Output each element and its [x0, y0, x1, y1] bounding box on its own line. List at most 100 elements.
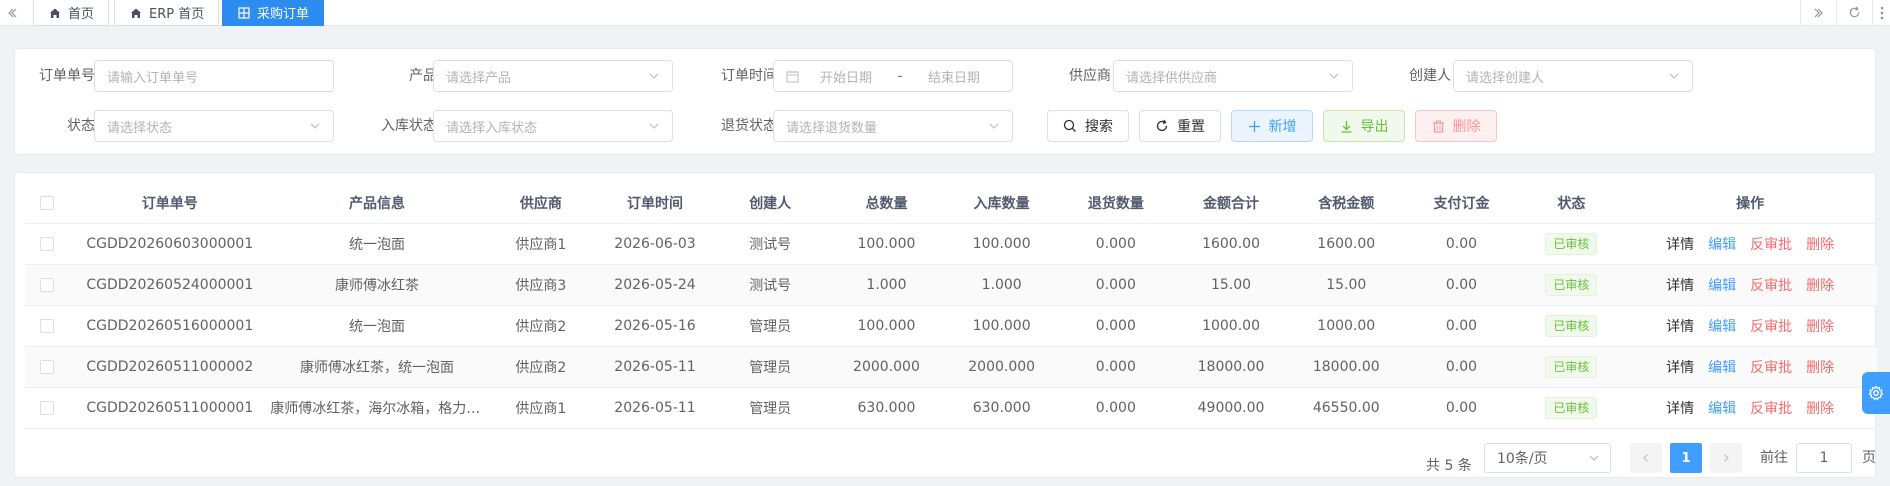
date-cell: 2026-05-11	[597, 346, 713, 388]
column-header: 支付订金	[1403, 183, 1520, 224]
delete-button[interactable]: 删除	[1415, 110, 1497, 142]
trash-icon	[1432, 120, 1444, 133]
edit-link[interactable]: 编辑	[1708, 278, 1736, 294]
page-size-select[interactable]: 10条/页	[1484, 443, 1611, 473]
edit-link[interactable]: 编辑	[1708, 237, 1736, 253]
return-qty-cell: 0.000	[1058, 387, 1173, 429]
column-header: 入库数量	[944, 183, 1059, 224]
table-row: CGDD20260511000001 康师傅冰红茶，海尔冰箱，格力空调… 供应商…	[25, 387, 1877, 429]
chevron-down-icon	[649, 123, 659, 129]
order-no-cell: CGDD20260603000001	[69, 223, 271, 265]
status-badge: 已审核	[1545, 396, 1598, 419]
delete-link[interactable]: 删除	[1806, 278, 1834, 294]
more-icon[interactable]	[1872, 0, 1890, 25]
end-date-input[interactable]: 结束日期	[917, 67, 991, 86]
row-checkbox[interactable]	[25, 223, 70, 265]
chevron-down-icon	[989, 123, 999, 129]
edit-link[interactable]: 编辑	[1708, 360, 1736, 376]
scroll-right-icon[interactable]	[1800, 0, 1836, 25]
product-select[interactable]: 请选择产品	[433, 60, 673, 92]
table-row: CGDD20260511000002 康师傅冰红茶，统一泡面 供应商2 2026…	[25, 346, 1877, 388]
edit-link[interactable]: 编辑	[1708, 401, 1736, 417]
edit-link[interactable]: 编辑	[1708, 319, 1736, 335]
prev-page-button[interactable]	[1630, 443, 1662, 473]
supplier-select[interactable]: 请选择供供应商	[1113, 60, 1353, 92]
detail-link[interactable]: 详情	[1666, 401, 1694, 417]
creator-label: 创建人	[1409, 68, 1451, 84]
delete-link[interactable]: 删除	[1806, 401, 1834, 417]
search-icon	[1063, 119, 1076, 132]
product-cell: 康师傅冰红茶，海尔冰箱，格力空调…	[270, 387, 484, 429]
status-select[interactable]: 请选择状态	[94, 110, 334, 142]
tab-label: 首页	[68, 7, 95, 22]
column-header: 总数量	[828, 183, 945, 224]
actions-cell: 详情 编辑 反审批 删除	[1623, 346, 1877, 388]
page-number-button[interactable]: 1	[1670, 443, 1702, 473]
unaudit-link[interactable]: 反审批	[1750, 319, 1792, 335]
return-status-select[interactable]: 请选择退货数量	[773, 110, 1013, 142]
product-cell: 康师傅冰红茶	[270, 264, 484, 306]
search-button[interactable]: 搜索	[1047, 110, 1129, 142]
start-date-input[interactable]: 开始日期	[809, 67, 883, 86]
reset-button[interactable]: 重置	[1139, 110, 1221, 142]
unaudit-link[interactable]: 反审批	[1750, 401, 1792, 417]
row-checkbox[interactable]	[25, 264, 70, 306]
goto-page-input[interactable]: 1	[1796, 443, 1852, 473]
detail-link[interactable]: 详情	[1666, 278, 1694, 294]
in-status-select[interactable]: 请选择入库状态	[433, 110, 673, 142]
tab-erp-home[interactable]: ERP 首页	[114, 0, 220, 26]
actions-cell: 详情 编辑 反审批 删除	[1623, 305, 1877, 347]
calendar-icon	[786, 70, 799, 83]
detail-link[interactable]: 详情	[1666, 319, 1694, 335]
supplier-cell: 供应商2	[483, 346, 598, 388]
settings-float-button[interactable]	[1862, 372, 1890, 414]
order-time-label: 订单时间	[721, 68, 777, 84]
select-all-checkbox[interactable]	[25, 183, 70, 224]
row-checkbox[interactable]	[25, 387, 70, 429]
order-no-input[interactable]: 请输入订单单号	[94, 60, 334, 92]
deposit-cell: 0.00	[1403, 223, 1520, 265]
date-cell: 2026-05-11	[597, 387, 713, 429]
goto-label: 前往	[1760, 450, 1788, 466]
tab-label: ERP 首页	[149, 7, 205, 22]
order-time-range[interactable]: 开始日期 - 结束日期	[773, 60, 1013, 92]
home-icon	[48, 6, 61, 19]
order-no-label: 订单单号	[39, 68, 95, 84]
delete-link[interactable]: 删除	[1806, 237, 1834, 253]
chevron-down-icon	[1589, 455, 1599, 461]
tax-amount-cell: 46550.00	[1289, 387, 1404, 429]
return-qty-cell: 0.000	[1058, 223, 1173, 265]
column-header: 创建人	[712, 183, 829, 224]
unaudit-link[interactable]: 反审批	[1750, 360, 1792, 376]
unaudit-link[interactable]: 反审批	[1750, 237, 1792, 253]
table-row: CGDD20260603000001 统一泡面 供应商1 2026-06-03 …	[25, 223, 1877, 265]
chevron-down-icon	[310, 123, 320, 129]
next-page-button[interactable]	[1710, 443, 1742, 473]
row-checkbox[interactable]	[25, 305, 70, 347]
table-row: CGDD20260524000001 康师傅冰红茶 供应商3 2026-05-2…	[25, 264, 1877, 306]
in-qty-cell: 100.000	[944, 223, 1059, 265]
delete-link[interactable]: 删除	[1806, 319, 1834, 335]
unaudit-link[interactable]: 反审批	[1750, 278, 1792, 294]
detail-link[interactable]: 详情	[1666, 360, 1694, 376]
creator-cell: 管理员	[712, 387, 829, 429]
export-button[interactable]: 导出	[1323, 110, 1405, 142]
column-header: 金额合计	[1172, 183, 1290, 224]
creator-cell: 测试号	[712, 223, 829, 265]
chevron-down-icon	[1329, 73, 1339, 79]
row-checkbox[interactable]	[25, 346, 70, 388]
tax-amount-cell: 1600.00	[1289, 223, 1404, 265]
scroll-left-icon[interactable]	[0, 0, 24, 25]
creator-cell: 管理员	[712, 305, 829, 347]
tab-purchase-order[interactable]: 采购订单	[222, 0, 324, 26]
tax-amount-cell: 15.00	[1289, 264, 1404, 306]
creator-select[interactable]: 请选择创建人	[1453, 60, 1693, 92]
detail-link[interactable]: 详情	[1666, 237, 1694, 253]
date-cell: 2026-05-16	[597, 305, 713, 347]
add-button[interactable]: 新增	[1231, 110, 1313, 142]
refresh-icon	[1156, 119, 1168, 132]
in-status-label: 入库状态	[381, 118, 437, 134]
refresh-icon[interactable]	[1836, 0, 1872, 25]
tab-home[interactable]: 首页	[33, 0, 110, 26]
delete-link[interactable]: 删除	[1806, 360, 1834, 376]
